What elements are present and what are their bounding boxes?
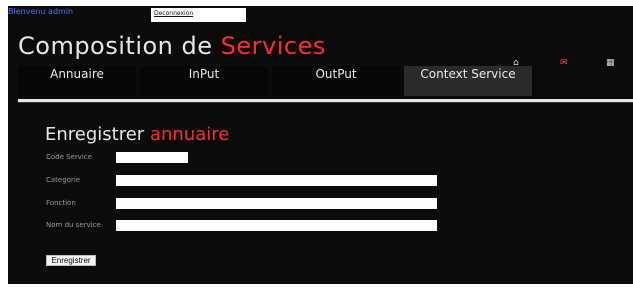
fonction-label: Fonction: [46, 199, 76, 207]
page-title-accent: Services: [220, 32, 326, 60]
tab-label: InPut: [188, 67, 220, 81]
logout-container: Deconnexion: [151, 8, 246, 22]
tab-output[interactable]: OutPut: [272, 66, 400, 96]
grid-icon[interactable]: ▦: [606, 58, 615, 68]
welcome-text: Bienvenu: [8, 7, 46, 16]
tab-annuaire[interactable]: Annuaire: [18, 66, 136, 96]
fonction-input[interactable]: [116, 198, 437, 209]
nom-du-service-label: Nom du service: [46, 221, 101, 229]
tab-input[interactable]: InPut: [140, 66, 268, 96]
page-title-main: Composition de: [18, 32, 213, 60]
tab-label: Annuaire: [50, 67, 104, 81]
page-title: Composition de Services: [18, 32, 326, 60]
form-title-accent: annuaire: [149, 124, 230, 145]
tab-context-service[interactable]: Context Service: [404, 66, 532, 96]
tab-label: Context Service: [420, 67, 516, 81]
nom-du-service-input[interactable]: [116, 220, 437, 231]
form-title-main: Enregistrer: [45, 124, 145, 145]
username-link[interactable]: admin: [48, 7, 73, 16]
tab-label: OutPut: [315, 67, 357, 81]
code-service-input[interactable]: [116, 152, 188, 163]
categorie-label: Categorie: [46, 176, 81, 184]
code-service-label: Code Service: [46, 153, 93, 161]
mail-icon[interactable]: ✉: [560, 58, 568, 68]
save-button[interactable]: Enregistrer: [46, 255, 96, 266]
app-frame: Bienvenu admin Deconnexion Composition d…: [8, 6, 633, 284]
main-tabs: Annuaire InPut OutPut Context Service: [18, 66, 538, 98]
logout-link[interactable]: Deconnexion: [154, 10, 193, 17]
tabs-divider-shadow: [18, 102, 633, 103]
categorie-input[interactable]: [116, 175, 437, 186]
form-title: Enregistrer annuaire: [45, 124, 229, 145]
welcome-message: Bienvenu admin: [8, 7, 73, 16]
